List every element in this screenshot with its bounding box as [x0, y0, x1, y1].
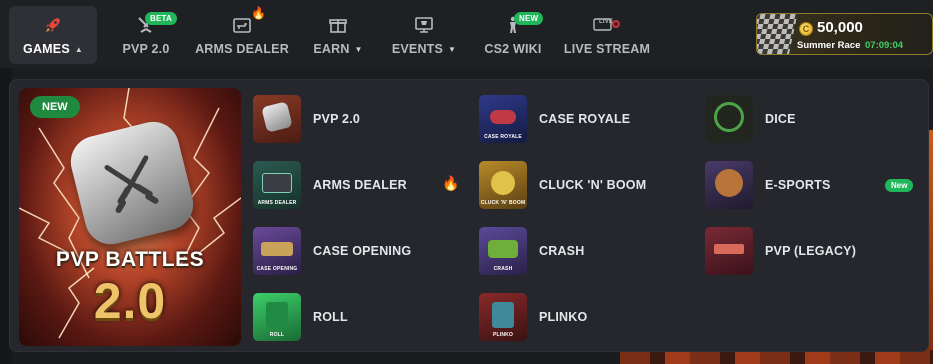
crossed-swords-icon — [104, 155, 159, 213]
coin-icon: C — [799, 22, 813, 36]
fire-icon: 🔥 — [251, 6, 267, 20]
arms-dealer-thumb: ARMS DEALER — [253, 161, 301, 209]
pvp-legacy-icon — [714, 243, 744, 254]
live-tv-icon — [593, 18, 620, 31]
game-label: CLUCK 'N' BOOM — [539, 178, 647, 192]
game-e-sports[interactable]: E-SPORTS — [705, 159, 831, 211]
nav-live-stream-label: LIVE STREAM — [563, 42, 651, 56]
cluck-n-boom-thumb: CLUCK 'N' BOOM — [479, 161, 527, 209]
chevron-down-icon: ▼ — [354, 44, 363, 54]
nav-live-stream[interactable]: LIVE LIVE STREAM — [563, 6, 651, 64]
plinko-icon — [492, 301, 514, 328]
game-label: CASE OPENING — [313, 244, 412, 258]
nav-arms-dealer-label: ARMS DEALER — [195, 42, 289, 56]
game-case-royale[interactable]: CASE ROYALE CASE ROYALE — [479, 93, 630, 145]
game-dice[interactable]: DICE — [705, 93, 796, 145]
hero-new-badge: NEW — [30, 96, 80, 118]
game-label: PVP (LEGACY) — [765, 244, 857, 258]
nav-games-label: GAMES — [23, 42, 70, 56]
game-pvp-2[interactable]: PVP 2.0 — [253, 93, 360, 145]
game-roll[interactable]: ROLL ROLL — [253, 291, 348, 343]
summer-race-widget[interactable]: C 50,000 Summer Race 07:09:04 — [756, 13, 933, 55]
game-label: PLINKO — [539, 310, 588, 324]
game-label: E-SPORTS — [765, 178, 831, 192]
checkered-flag-icon — [757, 14, 798, 54]
esports-thumb — [705, 161, 753, 209]
pvp-legacy-thumb — [705, 227, 753, 275]
fire-icon: 🔥 — [442, 175, 460, 191]
race-name: Summer Race — [797, 40, 861, 51]
top-navigation: GAMES ▲ BETA PVP 2.0 🔥 ARMS DEALER EARN … — [0, 0, 933, 68]
dice-thumb — [705, 95, 753, 143]
pvp-thumb — [253, 95, 301, 143]
trophy-icon — [415, 17, 433, 33]
crossed-swords-icon — [261, 100, 293, 133]
game-crash[interactable]: CRASH CRASH — [479, 225, 584, 277]
race-timer: 07:09:04 — [865, 40, 904, 51]
nav-cs2-wiki[interactable]: NEW CS2 WIKI — [480, 6, 546, 64]
roll-icon — [266, 301, 288, 328]
new-badge: New — [885, 179, 914, 192]
page-background-art-bottom — [620, 350, 933, 364]
game-plinko[interactable]: PLINKO PLINKO — [479, 291, 587, 343]
game-label: PVP 2.0 — [313, 112, 361, 126]
tank-icon — [488, 239, 518, 258]
games-dropdown: NEW PVP BATTLES 2.0 PVP 2.0 ARMS DEALER … — [9, 79, 929, 352]
case-opening-thumb: CASE OPENING — [253, 227, 301, 275]
game-pvp-legacy[interactable]: PVP (LEGACY) — [705, 225, 856, 277]
gift-icon — [329, 19, 347, 33]
gun-card-icon — [262, 172, 292, 193]
live-label: LIVE — [599, 19, 614, 25]
dice-icon — [714, 101, 744, 132]
crash-thumb: CRASH — [479, 227, 527, 275]
race-prize-amount: 50,000 — [817, 19, 863, 36]
nav-pvp[interactable]: BETA PVP 2.0 — [115, 6, 177, 64]
chicken-icon — [491, 170, 515, 195]
game-case-opening[interactable]: CASE OPENING CASE OPENING — [253, 225, 411, 277]
game-label: DICE — [765, 112, 796, 126]
nav-earn[interactable]: EARN ▼ — [307, 6, 369, 64]
game-label: ARMS DEALER — [313, 178, 407, 192]
nav-earn-label: EARN — [313, 42, 350, 56]
game-arms-dealer[interactable]: ARMS DEALER ARMS DEALER — [253, 159, 407, 211]
game-label: ROLL — [313, 310, 348, 324]
case-royale-icon — [490, 109, 516, 124]
case-royale-thumb: CASE ROYALE — [479, 95, 527, 143]
hero-version: 2.0 — [93, 273, 167, 329]
rocket-icon — [46, 18, 60, 32]
nav-events-label: EVENTS — [391, 42, 444, 56]
nav-cs2-wiki-label: CS2 WIKI — [484, 42, 542, 56]
chevron-down-icon: ▼ — [448, 44, 457, 54]
game-label: CASE ROYALE — [539, 112, 631, 126]
roll-thumb: ROLL — [253, 293, 301, 341]
nav-pvp-label: PVP 2.0 — [122, 42, 170, 56]
pvp-battles-banner[interactable]: NEW PVP BATTLES 2.0 — [19, 88, 241, 346]
nav-games[interactable]: GAMES ▲ — [9, 6, 97, 64]
plinko-thumb: PLINKO — [479, 293, 527, 341]
case-icon — [261, 241, 293, 256]
hero-title: PVP BATTLES — [55, 248, 205, 271]
caret-up-icon: ▲ — [74, 44, 83, 54]
game-label: CRASH — [539, 244, 585, 258]
new-badge: NEW — [514, 12, 544, 25]
nav-arms-dealer[interactable]: 🔥 ARMS DEALER — [195, 6, 289, 64]
gun-card-icon — [233, 18, 251, 33]
game-cluck-n-boom[interactable]: CLUCK 'N' BOOM CLUCK 'N' BOOM — [479, 159, 646, 211]
esports-players-icon — [715, 168, 743, 197]
nav-events[interactable]: EVENTS ▼ — [388, 6, 460, 64]
beta-badge: BETA — [145, 12, 177, 25]
